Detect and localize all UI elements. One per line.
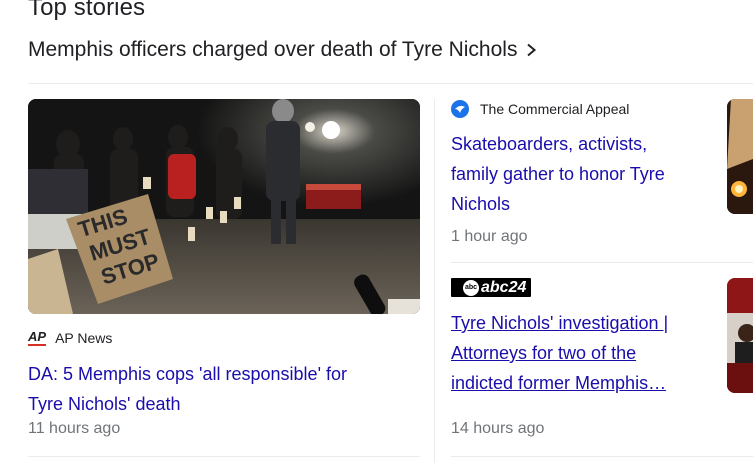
source-row-abc24: abc abc24 [451,278,531,297]
headline-line: Skateboarders, activists, [451,134,648,154]
abc-icon: abc [463,279,479,296]
headline-abc24[interactable]: Tyre Nichols' investigation | Attorneys … [451,308,719,398]
topic-label: Memphis officers charged over death of T… [28,38,518,61]
headline-line: DA: 5 Memphis cops 'all responsible' for [28,364,348,384]
headline-line: Nichols [451,194,511,214]
story-image-ap[interactable]: THIS MUST STOP [28,99,420,314]
top-divider [28,83,753,84]
abc24-logo-text: abc24 [481,278,527,296]
source-name: AP News [55,330,113,346]
headline-ap[interactable]: DA: 5 Memphis cops 'all responsible' for… [28,359,423,419]
story-time: 1 hour ago [451,228,528,245]
source-row-commercial-appeal: The Commercial Appeal [451,100,629,118]
source-row-ap: AP AP News [28,330,112,346]
abc24-logo: abc abc24 [451,278,531,297]
headline-line: Tyre Nichols' investigation | [451,313,669,333]
bottom-divider [451,456,753,457]
headline-line: indicted former Memphis… [451,373,667,393]
topic-link[interactable]: Memphis officers charged over death of T… [28,38,537,62]
story-thumbnail-abc24[interactable] [727,278,753,393]
story-thumbnail-commercial-appeal[interactable] [727,99,753,214]
thumbnail-image [727,278,753,393]
source-name: The Commercial Appeal [480,101,630,117]
chevron-right-icon [527,43,537,57]
story-time: 14 hours ago [451,420,545,437]
story-time: 11 hours ago [28,420,121,437]
story-divider [451,262,753,263]
commercial-appeal-icon [451,100,469,118]
headline-commercial-appeal[interactable]: Skateboarders, activists, family gather … [451,129,719,219]
headline-line: Tyre Nichols' death [28,394,181,414]
column-separator [434,99,435,463]
section-title: Top stories [28,0,146,21]
ap-logo: AP [28,329,47,346]
thumbnail-image [727,99,753,214]
vigil-photo: THIS MUST STOP [28,99,420,314]
headline-line: Attorneys for two of the [451,343,637,363]
bottom-divider [28,456,420,457]
headline-line: family gather to honor Tyre [451,164,665,184]
